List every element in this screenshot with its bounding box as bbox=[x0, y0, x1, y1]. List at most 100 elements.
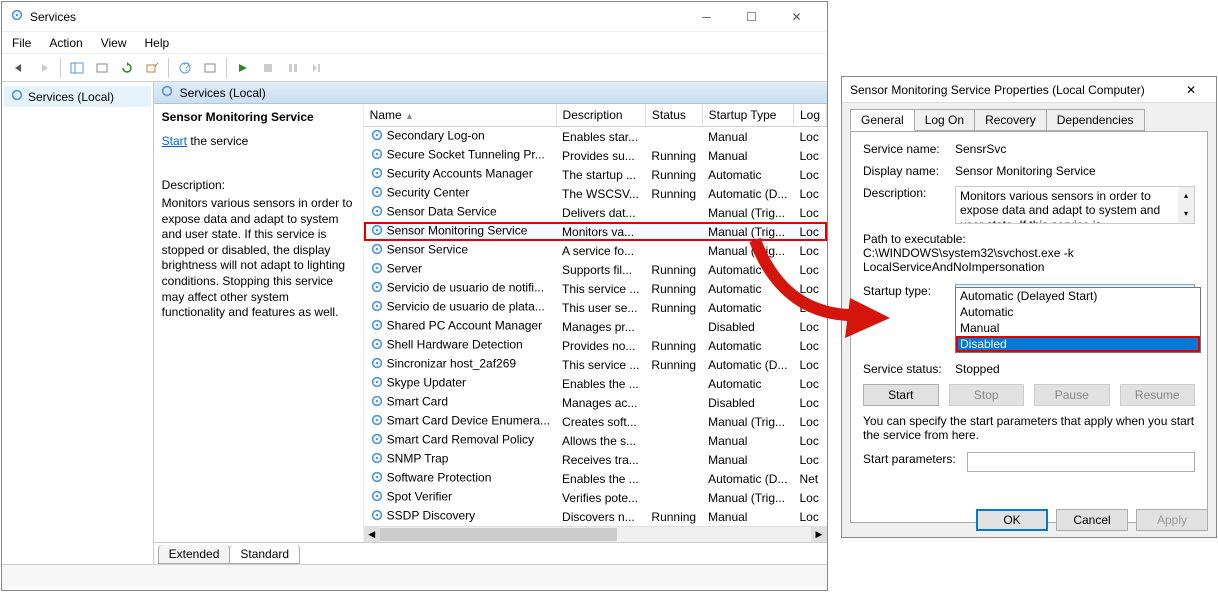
gear-icon bbox=[370, 242, 384, 259]
gear-icon bbox=[370, 166, 384, 183]
cancel-button[interactable]: Cancel bbox=[1056, 509, 1128, 531]
col-name[interactable]: Name ▲ bbox=[364, 104, 556, 127]
tab-recovery[interactable]: Recovery bbox=[974, 109, 1047, 131]
startup-type-dropdown[interactable]: Automatic (Delayed Start)AutomaticManual… bbox=[955, 287, 1201, 353]
service-row[interactable]: Smart Card Device Enumera...Creates soft… bbox=[364, 412, 827, 431]
scroll-left-icon[interactable]: ◀ bbox=[364, 527, 380, 542]
service-row[interactable]: Security CenterThe WSCSV...RunningAutoma… bbox=[364, 184, 827, 203]
description-scrollbar[interactable]: ▴▾ bbox=[1178, 187, 1194, 223]
forward-button[interactable] bbox=[33, 57, 55, 79]
service-row[interactable]: Secondary Log-onEnables star...ManualLoc bbox=[364, 127, 827, 147]
apply-button: Apply bbox=[1136, 509, 1208, 531]
dropdown-option[interactable]: Disabled bbox=[956, 336, 1200, 352]
services-list[interactable]: Name ▲ Description Status Startup Type L… bbox=[364, 104, 827, 542]
gear-icon bbox=[370, 128, 384, 145]
properties-button[interactable] bbox=[91, 57, 113, 79]
stop-service-button[interactable] bbox=[257, 57, 279, 79]
tree-item-services-local[interactable]: Services (Local) bbox=[4, 86, 151, 107]
pause-button: Pause bbox=[1034, 384, 1110, 406]
titlebar: Services ─ ☐ ✕ bbox=[2, 2, 827, 32]
col-status[interactable]: Status bbox=[645, 104, 702, 127]
show-hide-tree-button[interactable] bbox=[66, 57, 88, 79]
service-row[interactable]: Spot VerifierVerifies pote...Manual (Tri… bbox=[364, 488, 827, 507]
menu-action[interactable]: Action bbox=[49, 36, 82, 50]
service-row[interactable]: Software ProtectionEnables the ...Automa… bbox=[364, 469, 827, 488]
service-row[interactable]: Smart CardManages ac...DisabledLoc bbox=[364, 393, 827, 412]
service-row[interactable]: ServerSupports fil...RunningAutomaticLoc bbox=[364, 260, 827, 279]
maximize-button[interactable]: ☐ bbox=[729, 3, 774, 31]
gear-icon bbox=[10, 88, 24, 105]
service-row[interactable]: Servicio de usuario de plata...This user… bbox=[364, 298, 827, 317]
service-row[interactable]: Shared PC Account ManagerManages pr...Di… bbox=[364, 317, 827, 336]
gear-icon bbox=[370, 432, 384, 449]
menubar: File Action View Help bbox=[2, 32, 827, 54]
toolbar: ? bbox=[2, 54, 827, 82]
dropdown-option[interactable]: Automatic bbox=[956, 304, 1200, 320]
service-row[interactable]: Skype UpdaterEnables the ...AutomaticLoc bbox=[364, 374, 827, 393]
col-logon[interactable]: Log bbox=[793, 104, 826, 127]
start-parameters-input[interactable] bbox=[967, 452, 1195, 472]
scroll-thumb[interactable] bbox=[380, 528, 617, 541]
gear-icon bbox=[370, 470, 384, 487]
toolbar-icon[interactable] bbox=[199, 57, 221, 79]
description-textbox[interactable]: Monitors various sensors in order to exp… bbox=[955, 186, 1195, 224]
back-button[interactable] bbox=[8, 57, 30, 79]
scroll-down-icon[interactable]: ▾ bbox=[1178, 205, 1194, 223]
close-button[interactable]: ✕ bbox=[774, 3, 819, 31]
horizontal-scrollbar[interactable]: ◀ ▶ bbox=[364, 526, 827, 542]
value-service-status: Stopped bbox=[955, 362, 1195, 376]
service-row[interactable]: Sensor Data ServiceDelivers dat...Manual… bbox=[364, 203, 827, 222]
service-row[interactable]: Shell Hardware DetectionProvides no...Ru… bbox=[364, 336, 827, 355]
service-row[interactable]: Servicio de usuario de notifi...This ser… bbox=[364, 279, 827, 298]
gear-icon bbox=[370, 413, 384, 430]
dialog-close-button[interactable]: ✕ bbox=[1174, 78, 1208, 102]
service-row[interactable]: Secure Socket Tunneling Pr...Provides su… bbox=[364, 146, 827, 165]
start-service-link[interactable]: Start bbox=[162, 134, 187, 148]
col-description[interactable]: Description bbox=[556, 104, 645, 127]
pause-service-button[interactable] bbox=[282, 57, 304, 79]
minimize-button[interactable]: ─ bbox=[684, 3, 729, 31]
menu-view[interactable]: View bbox=[101, 36, 127, 50]
tab-dependencies[interactable]: Dependencies bbox=[1046, 109, 1145, 131]
label-startup-type: Startup type: bbox=[863, 284, 955, 304]
help-text: You can specify the start parameters tha… bbox=[863, 414, 1195, 442]
ok-button[interactable]: OK bbox=[976, 509, 1048, 531]
scroll-right-icon[interactable]: ▶ bbox=[811, 527, 827, 542]
service-row[interactable]: SSDP DiscoveryDiscovers n...RunningManua… bbox=[364, 507, 827, 526]
start-service-button[interactable] bbox=[232, 57, 254, 79]
detail-panel: Sensor Monitoring Service Start the serv… bbox=[154, 104, 364, 542]
view-tabs: Extended Standard bbox=[154, 542, 827, 564]
restart-service-button[interactable] bbox=[307, 57, 329, 79]
dropdown-option[interactable]: Automatic (Delayed Start) bbox=[956, 288, 1200, 304]
dropdown-option[interactable]: Manual bbox=[956, 320, 1200, 336]
scroll-up-icon[interactable]: ▴ bbox=[1178, 187, 1194, 205]
menu-file[interactable]: File bbox=[12, 36, 31, 50]
service-row[interactable]: Smart Card Removal PolicyAllows the s...… bbox=[364, 431, 827, 450]
dialog-title: Sensor Monitoring Service Properties (Lo… bbox=[850, 83, 1145, 97]
tab-standard[interactable]: Standard bbox=[229, 545, 300, 564]
statusbar bbox=[2, 564, 827, 586]
start-button[interactable]: Start bbox=[863, 384, 939, 406]
gear-icon bbox=[370, 508, 384, 525]
col-startup[interactable]: Startup Type bbox=[702, 104, 793, 127]
service-row[interactable]: Sensor Monitoring ServiceMonitors va...M… bbox=[364, 222, 827, 241]
gear-icon bbox=[370, 261, 384, 278]
tab-extended[interactable]: Extended bbox=[158, 545, 231, 564]
value-display-name: Sensor Monitoring Service bbox=[955, 164, 1195, 178]
service-row[interactable]: Sensor ServiceA service fo...Manual (Tri… bbox=[364, 241, 827, 260]
gear-icon bbox=[370, 280, 384, 297]
selected-service-name: Sensor Monitoring Service bbox=[162, 110, 355, 124]
service-row[interactable]: Sincronizar host_2af269This service ...R… bbox=[364, 355, 827, 374]
service-row[interactable]: Security Accounts ManagerThe startup ...… bbox=[364, 165, 827, 184]
start-suffix: the service bbox=[187, 134, 248, 148]
label-display-name: Display name: bbox=[863, 164, 955, 178]
help-button[interactable]: ? bbox=[174, 57, 196, 79]
refresh-button[interactable] bbox=[116, 57, 138, 79]
window-title: Services bbox=[30, 10, 76, 24]
tab-logon[interactable]: Log On bbox=[914, 109, 975, 131]
console-tree: Services (Local) bbox=[2, 82, 154, 564]
menu-help[interactable]: Help bbox=[145, 36, 170, 50]
service-row[interactable]: SNMP TrapReceives tra...ManualLoc bbox=[364, 450, 827, 469]
export-button[interactable] bbox=[141, 57, 163, 79]
tab-general[interactable]: General bbox=[850, 109, 915, 131]
